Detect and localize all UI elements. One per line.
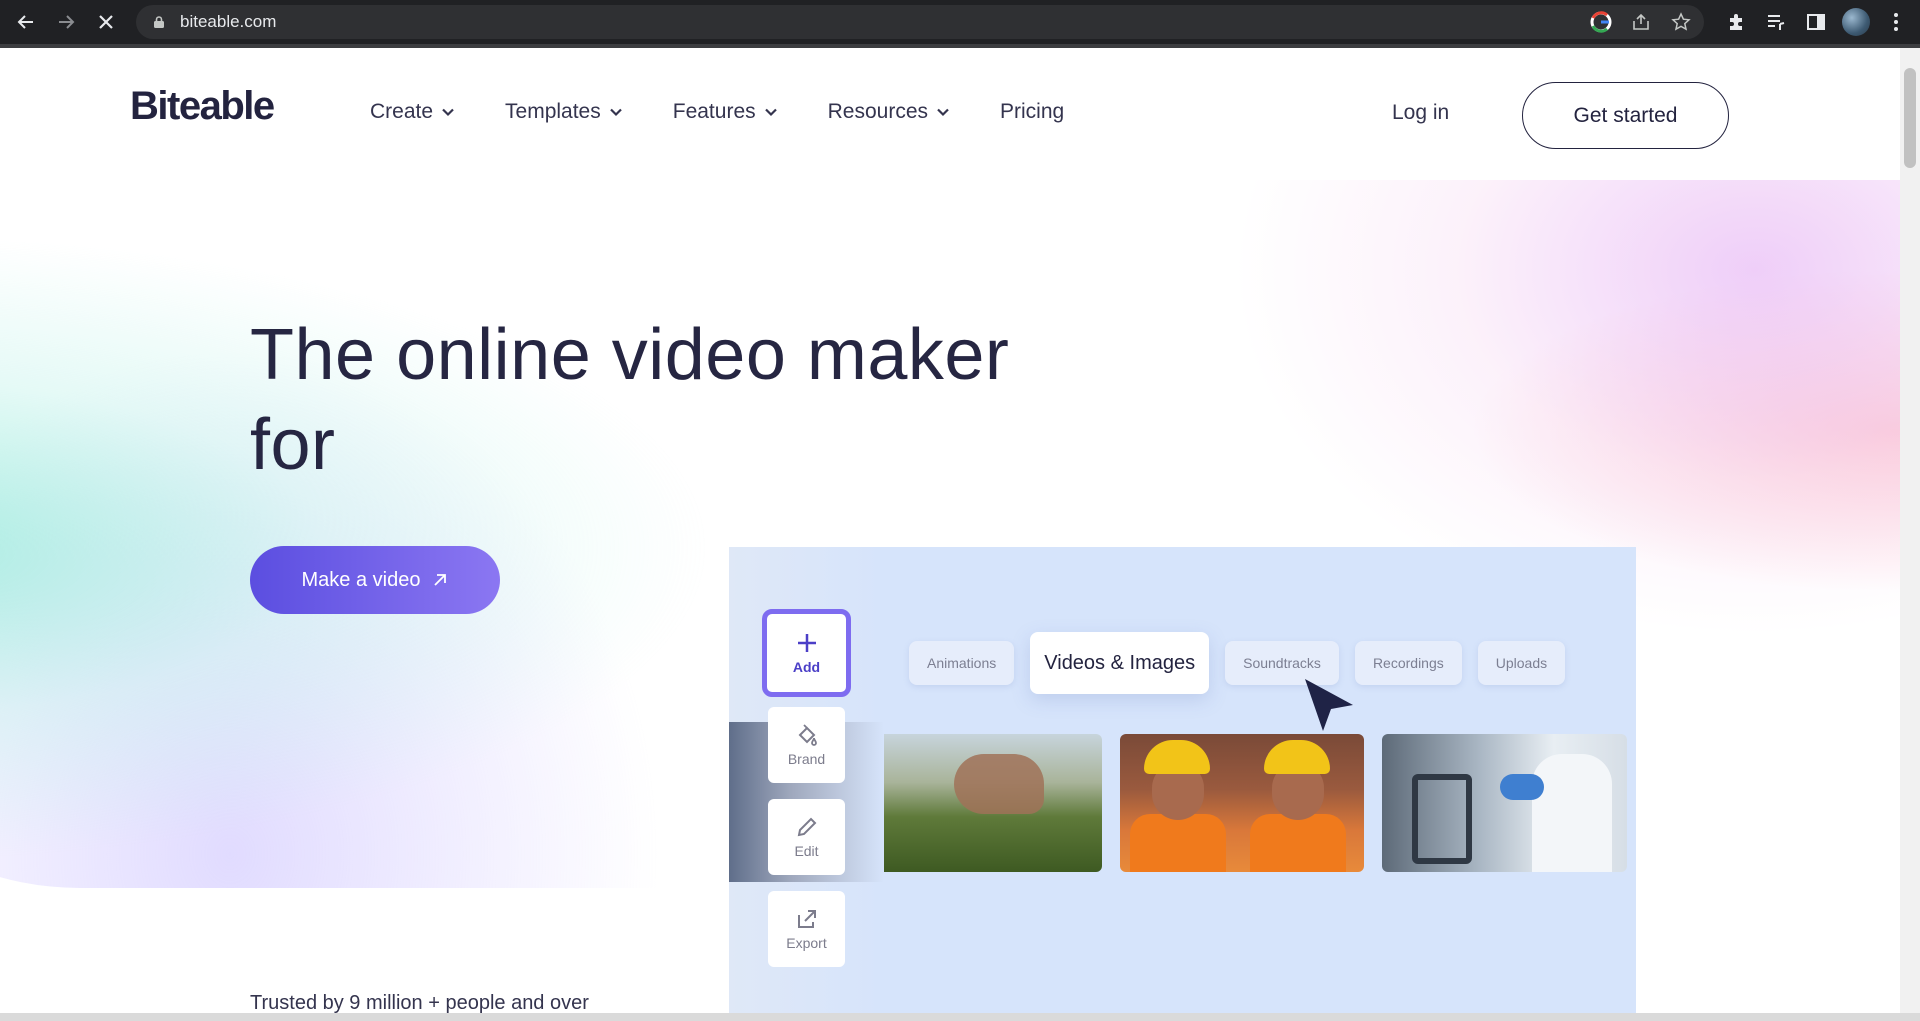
hero-title-line1: The online video maker [250,315,1010,395]
puzzle-icon [1730,14,1742,30]
tool-export-label: Export [786,935,827,951]
nav-templates-label: Templates [505,100,601,123]
tool-add-label: Add [792,659,821,675]
bookmark-button[interactable] [1668,9,1694,35]
nav-features[interactable]: Features [673,100,778,124]
nav-create-label: Create [370,100,434,123]
media-control-button[interactable] [1762,8,1790,36]
playlist-icon [1768,15,1785,30]
chevron-down-icon [937,108,949,117]
address-bar[interactable]: biteable.com [136,5,1704,39]
hero-title-line2: for [250,405,336,485]
back-arrow-icon [17,15,33,29]
main-nav: Create Templates Features Resources Pric… [370,100,1064,124]
tool-edit-label: Edit [794,843,819,859]
back-button[interactable] [6,2,46,42]
nav-resources-label: Resources [827,100,929,123]
hand-shape [954,754,1044,814]
tab-animations[interactable]: Animations [909,641,1015,685]
tool-export[interactable]: Export [768,891,845,967]
chevron-down-icon [764,108,777,117]
media-tabs: Animations Videos & Images Soundtracks R… [909,632,1566,694]
glove-shape [1500,774,1544,800]
tool-brand[interactable]: Brand [768,707,845,783]
tab-recordings[interactable]: Recordings [1354,641,1462,685]
thumbnail-construction-workers[interactable] [1120,734,1364,872]
microscope-shape [1412,774,1472,864]
extensions-button[interactable] [1722,8,1750,36]
nav-templates[interactable]: Templates [505,100,623,124]
media-thumbnails [884,734,1627,872]
star-icon [1671,12,1691,31]
lab-coat-shape [1532,754,1612,872]
close-icon [99,15,113,29]
thumbnail-laboratory[interactable] [1382,734,1627,872]
arrow-up-right-icon [434,574,447,586]
chevron-down-icon [609,108,622,117]
google-lens-button[interactable] [1588,9,1614,35]
tab-videos-images[interactable]: Videos & Images [1030,632,1210,694]
web-page: Biteable Create Templates Features Resou… [0,48,1900,1013]
nav-pricing[interactable]: Pricing [1000,100,1064,124]
profile-avatar[interactable] [1842,8,1870,36]
chevron-down-icon [442,108,454,117]
nav-pricing-label: Pricing [1000,100,1065,123]
tab-uploads[interactable]: Uploads [1477,641,1566,685]
vest-shape [1130,814,1226,872]
google-icon [1590,11,1612,33]
chrome-menu-button[interactable] [1882,8,1910,36]
forward-arrow-icon [59,15,75,29]
scrollbar-thumb[interactable] [1904,68,1916,168]
share-button[interactable] [1628,9,1654,35]
vertical-scrollbar[interactable] [1900,48,1920,1013]
side-panel-button[interactable] [1802,8,1830,36]
browser-toolbar: biteable.com [0,0,1920,44]
tool-brand-label: Brand [787,751,826,767]
nav-features-label: Features [672,100,756,123]
thumbnail-field-hand[interactable] [884,734,1102,872]
editor-preview: Add Brand Edit Export Animations Videos … [729,547,1636,1013]
more-vertical-icon [1894,13,1898,31]
stop-loading-button[interactable] [86,2,126,42]
nav-create[interactable]: Create [370,100,455,124]
forward-button[interactable] [46,2,86,42]
horizontal-scrollbar[interactable] [0,1013,1920,1021]
make-video-label: Make a video [301,568,421,591]
share-icon [1633,13,1649,30]
site-header: Biteable Create Templates Features Resou… [0,48,1900,180]
tool-add[interactable]: Add [762,609,851,697]
lock-icon [154,16,164,28]
login-link[interactable]: Log in [1392,101,1449,125]
export-icon [797,910,816,928]
vest-shape [1250,814,1346,872]
hardhat-shape [1264,740,1330,774]
paint-bucket-icon [798,724,817,746]
get-started-button[interactable]: Get started [1522,82,1729,149]
biteable-logo[interactable]: Biteable [130,84,275,129]
plus-icon [797,634,816,652]
mouse-pointer-icon [1305,679,1353,731]
hardhat-shape [1144,740,1210,774]
hero-title: The online video maker for [250,310,1070,490]
pencil-icon [797,817,816,837]
tool-edit[interactable]: Edit [768,799,845,875]
nav-resources[interactable]: Resources [828,100,950,124]
trusted-text: Trusted by 9 million + people and over [250,992,589,1013]
make-video-button[interactable]: Make a video [250,546,500,614]
url-text: biteable.com [180,12,277,31]
side-panel-icon [1807,14,1825,30]
